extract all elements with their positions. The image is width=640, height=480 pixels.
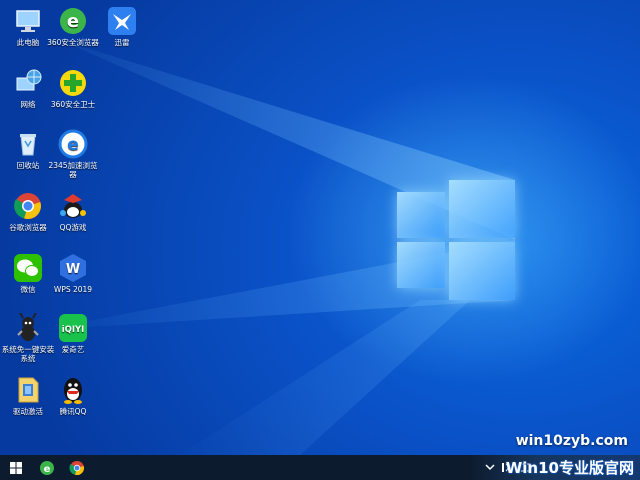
- chrome-icon: [13, 191, 43, 221]
- svg-text:e: e: [44, 464, 51, 475]
- desktop-icon-wps[interactable]: W WPS 2019: [45, 253, 101, 294]
- icon-label: WPS 2019: [53, 285, 93, 294]
- chrome-icon: [69, 460, 84, 475]
- icon-label: 腾讯QQ: [59, 407, 87, 416]
- desktop-icon-2345-browser[interactable]: e 2345加速浏览器: [45, 129, 101, 179]
- site-watermark: win10zyb.com: [515, 433, 628, 449]
- start-icon: [10, 461, 22, 474]
- taskbar-360-browser[interactable]: e: [33, 455, 61, 480]
- taskbar-chrome[interactable]: [63, 455, 91, 480]
- svg-text:e: e: [67, 135, 79, 155]
- desktop-icon-iqiyi[interactable]: iQIYI 爱奇艺: [45, 313, 101, 354]
- iqiyi-icon: iQIYI: [58, 313, 88, 343]
- computer-icon: [13, 6, 43, 36]
- system-install-icon: [13, 312, 43, 343]
- windows-logo-wallpaper: [397, 180, 515, 300]
- 360-security-icon: [58, 68, 88, 98]
- recycle-bin-icon: [13, 129, 43, 159]
- icon-label: QQ游戏: [59, 223, 87, 232]
- 360-browser-icon: e: [58, 6, 88, 36]
- icon-label: 360安全浏览器: [47, 38, 99, 47]
- svg-text:iQIYI: iQIYI: [62, 325, 85, 335]
- desktop: 此电脑 网络 回收站 谷歌浏览器 微信 系统免一键安装系统 驱动激活 e 360…: [0, 0, 640, 455]
- 2345-browser-icon: e: [58, 129, 88, 159]
- icon-label: 360安全卫士: [50, 100, 96, 109]
- wechat-icon: [13, 253, 43, 283]
- desktop-icon-qq[interactable]: 腾讯QQ: [45, 375, 101, 416]
- icon-label: 2345加速浏览器: [48, 161, 98, 179]
- 360-browser-icon: e: [40, 460, 54, 475]
- desktop-icon-360-browser[interactable]: e 360安全浏览器: [45, 6, 101, 47]
- system-tray: Win10专业版官网: [470, 455, 640, 480]
- qq-icon: [58, 375, 88, 405]
- driver-activate-icon: [13, 375, 43, 405]
- brand-watermark: Win10专业版官网: [505, 459, 634, 477]
- wps-icon: W: [58, 253, 88, 283]
- network-icon: [13, 68, 43, 98]
- svg-text:W: W: [66, 262, 80, 277]
- icon-label: 迅雷: [114, 38, 130, 47]
- xunlei-icon: [107, 6, 137, 36]
- qq-game-icon: [58, 191, 88, 221]
- svg-text:e: e: [67, 11, 79, 32]
- desktop-icon-xunlei[interactable]: 迅雷: [94, 6, 150, 47]
- icon-label: 爱奇艺: [61, 345, 85, 354]
- start-button[interactable]: [2, 455, 30, 480]
- desktop-icon-qq-game[interactable]: QQ游戏: [45, 191, 101, 232]
- taskbar: e Win10专业版官网: [0, 455, 640, 480]
- desktop-icon-360-security[interactable]: 360安全卫士: [45, 68, 101, 109]
